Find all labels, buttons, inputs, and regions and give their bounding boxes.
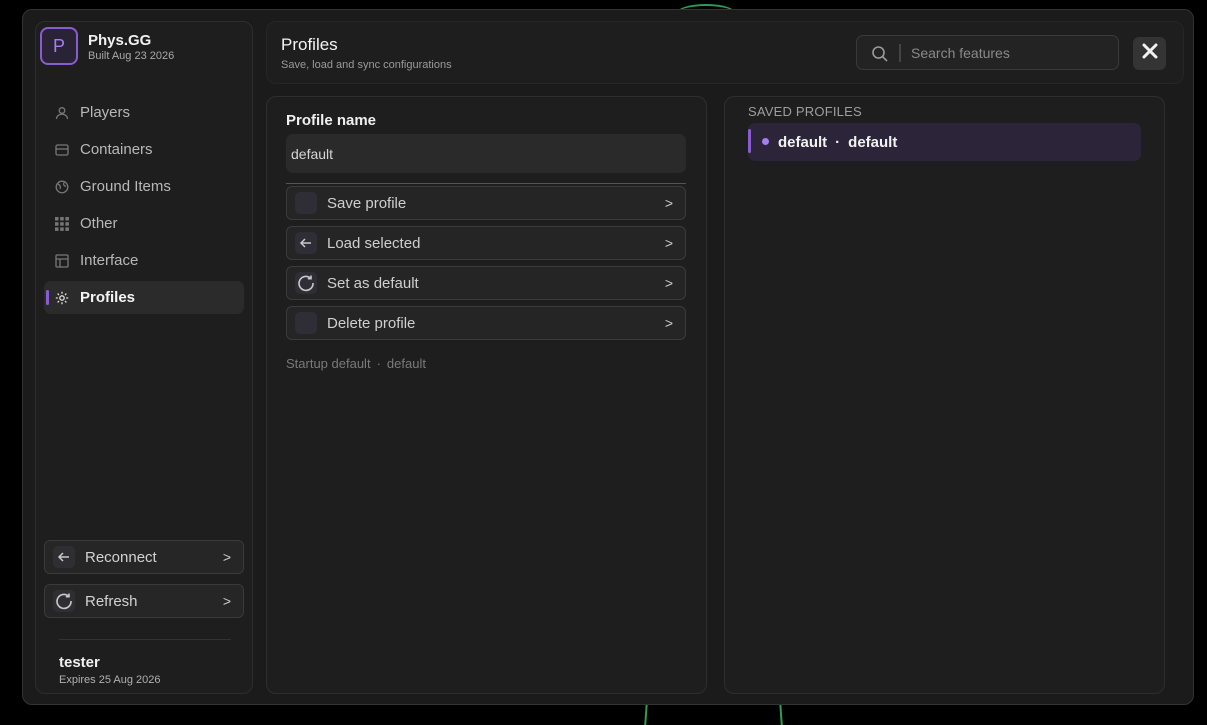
sidebar-item-players[interactable]: Players: [44, 96, 244, 129]
reconnect-button[interactable]: Reconnect >: [44, 540, 244, 574]
refresh-button[interactable]: Refresh >: [44, 584, 244, 618]
user-name: tester: [59, 654, 100, 671]
search-box: [856, 35, 1119, 70]
user-icon: [54, 105, 70, 121]
close-button[interactable]: [1133, 37, 1166, 70]
sidebar-item-label: Profiles: [80, 289, 136, 306]
profile-editor-panel: Profile name Save profile > Load selecte…: [266, 96, 707, 694]
license-expiry: Expires 25 Aug 2026: [59, 674, 161, 686]
sidebar-item-containers[interactable]: Containers: [44, 133, 244, 166]
sidebar-item-profiles[interactable]: Profiles: [44, 281, 244, 314]
sidebar-item-label: Other: [80, 215, 118, 232]
separator-dot: ·: [376, 356, 381, 371]
sidebar-item-interface[interactable]: Interface: [44, 244, 244, 277]
blank-icon: [295, 312, 317, 334]
gear-icon: [54, 290, 70, 306]
search-divider: [899, 44, 901, 62]
refresh-icon: [53, 590, 75, 612]
reconnect-label: Reconnect: [85, 548, 157, 566]
sidebar-item-label: Interface: [80, 252, 139, 269]
set-default-label: Set as default: [327, 274, 419, 292]
grid-icon: [54, 216, 70, 232]
chevron-right-icon: >: [664, 195, 673, 211]
container-icon: [54, 142, 70, 158]
chevron-right-icon: >: [664, 275, 673, 291]
saved-profile-value: default: [848, 133, 898, 151]
arrow-left-icon: [295, 232, 317, 254]
arrow-left-icon: [53, 546, 75, 568]
divider: [59, 639, 231, 640]
saved-profiles-panel: SAVED PROFILES default · default: [724, 96, 1165, 694]
selected-dot-icon: [762, 138, 769, 145]
page-header: Profiles Save, load and sync configurati…: [266, 21, 1184, 84]
delete-profile-label: Delete profile: [327, 314, 416, 332]
separator-dot: ·: [835, 133, 841, 151]
sidebar-item-ground-items[interactable]: Ground Items: [44, 170, 244, 203]
sidebar-nav: Players Containers Ground Items Other In…: [44, 96, 244, 318]
startup-default-label: Startup default: [286, 356, 371, 371]
sidebar: P Phys.GG Built Aug 23 2026 Players Cont…: [35, 21, 253, 694]
page-subtitle: Save, load and sync configurations: [281, 59, 452, 71]
saved-profile-item[interactable]: default · default: [748, 123, 1141, 161]
startup-default-value: default: [386, 356, 426, 371]
brand-name: Phys.GG: [88, 32, 152, 49]
background-line-right: [779, 703, 783, 725]
saved-profile-name: default: [778, 133, 828, 151]
set-default-button[interactable]: Set as default >: [286, 266, 686, 300]
profile-name-input[interactable]: [286, 134, 686, 173]
chevron-right-icon: >: [222, 593, 231, 609]
page-title: Profiles: [281, 35, 338, 54]
search-icon: [871, 45, 889, 63]
profile-name-label: Profile name: [286, 112, 377, 129]
delete-profile-button[interactable]: Delete profile >: [286, 306, 686, 340]
globe-icon: [54, 179, 70, 195]
divider: [286, 183, 686, 184]
save-profile-button[interactable]: Save profile >: [286, 186, 686, 220]
chevron-right-icon: >: [664, 315, 673, 331]
chevron-right-icon: >: [222, 549, 231, 565]
chevron-right-icon: >: [664, 235, 673, 251]
startup-default-info: Startup default · default: [286, 356, 426, 371]
background-line-left: [644, 703, 648, 725]
build-date: Built Aug 23 2026: [88, 50, 175, 62]
logo: P: [40, 27, 78, 65]
sidebar-item-label: Players: [80, 104, 131, 121]
load-selected-button[interactable]: Load selected >: [286, 226, 686, 260]
close-icon: [1142, 43, 1158, 64]
load-selected-label: Load selected: [327, 234, 421, 252]
sidebar-item-label: Ground Items: [80, 178, 171, 195]
sidebar-item-label: Containers: [80, 141, 153, 158]
refresh-label: Refresh: [85, 592, 138, 610]
search-input[interactable]: [911, 36, 1111, 69]
refresh-icon: [295, 272, 317, 294]
blank-icon: [295, 192, 317, 214]
sidebar-item-other[interactable]: Other: [44, 207, 244, 240]
saved-profiles-heading: SAVED PROFILES: [748, 104, 862, 119]
layout-icon: [54, 253, 70, 269]
save-profile-label: Save profile: [327, 194, 407, 212]
